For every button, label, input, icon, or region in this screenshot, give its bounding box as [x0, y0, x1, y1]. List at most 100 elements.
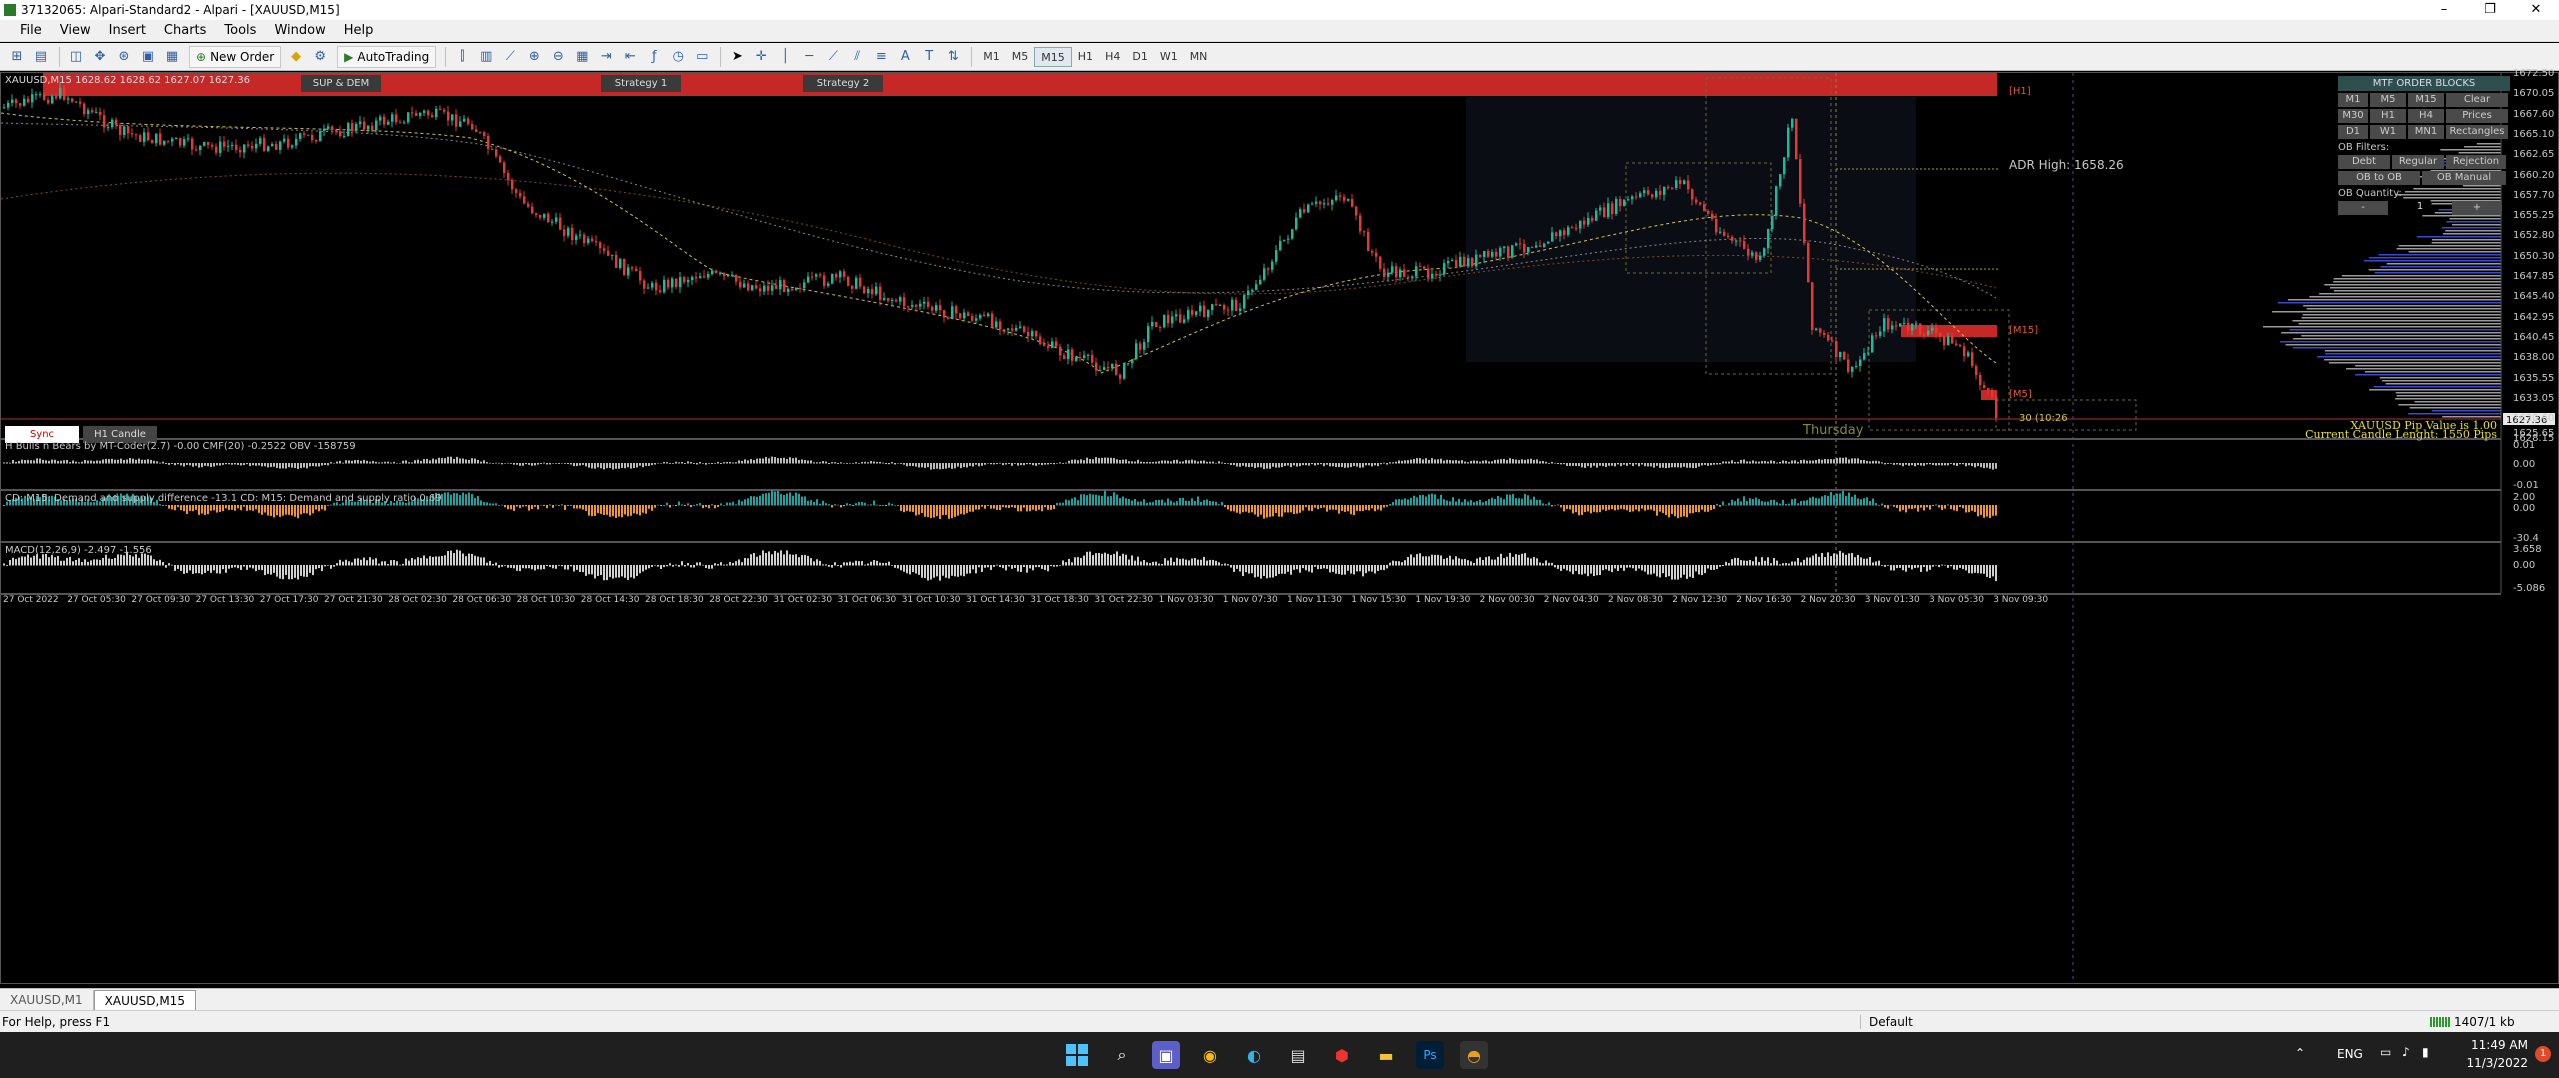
- indicator-bar: [1083, 494, 1085, 506]
- periods-icon[interactable]: ◷: [667, 47, 689, 67]
- profiles-icon[interactable]: ▤: [30, 47, 52, 67]
- crosshair-icon[interactable]: ✛: [750, 47, 772, 67]
- timeframe-m15[interactable]: M15: [1034, 46, 1072, 67]
- minimize-button[interactable]: –: [2421, 0, 2467, 20]
- menu-help[interactable]: Help: [335, 20, 383, 42]
- strategy-1-button[interactable]: Strategy 1: [601, 75, 681, 92]
- label-icon[interactable]: T: [918, 47, 940, 67]
- price-chart[interactable]: 1627.36: [1, 73, 2558, 983]
- tray-chevron-icon[interactable]: ⌃: [2295, 1046, 2305, 1060]
- menu-file[interactable]: File: [0, 20, 51, 42]
- indicators-icon[interactable]: ƒ: [643, 47, 665, 67]
- metaeditor-icon[interactable]: ◆: [285, 47, 307, 67]
- close-button[interactable]: ✕: [2513, 0, 2559, 20]
- ob-quantity-minus[interactable]: -: [2338, 201, 2388, 215]
- ob-rectangles-button[interactable]: Rectangles: [2446, 125, 2508, 139]
- volume-icon[interactable]: ♪: [2402, 1045, 2410, 1059]
- trendline-icon[interactable]: ⟋: [822, 47, 844, 67]
- ob-tf-h1[interactable]: H1: [2370, 109, 2406, 123]
- line-chart-icon[interactable]: ⟋: [499, 47, 521, 67]
- arrows-icon[interactable]: ⇅: [942, 47, 964, 67]
- autotrading-button[interactable]: ▶ AutoTrading: [337, 45, 437, 68]
- market-watch-icon[interactable]: ◫: [65, 47, 87, 67]
- menu-window[interactable]: Window: [265, 20, 334, 42]
- ob-filter-debt[interactable]: Debt: [2338, 155, 2390, 169]
- metatrader-icon[interactable]: ◓: [1460, 1041, 1488, 1069]
- candlestick-icon[interactable]: ▥: [475, 47, 497, 67]
- new-order-button[interactable]: ⊕ New Order: [189, 45, 282, 68]
- edge-icon[interactable]: ◐: [1240, 1041, 1268, 1069]
- strategy-2-button[interactable]: Strategy 2: [803, 75, 883, 92]
- ob-quantity-plus[interactable]: +: [2452, 201, 2502, 215]
- store-icon[interactable]: ▤: [1284, 1041, 1312, 1069]
- timeframe-d1[interactable]: D1: [1126, 47, 1153, 67]
- menu-insert[interactable]: Insert: [100, 20, 155, 42]
- auto-scroll-icon[interactable]: ⇥: [595, 47, 617, 67]
- tile-windows-icon[interactable]: ▦: [571, 47, 593, 67]
- ob-tf-m30[interactable]: M30: [2338, 109, 2368, 123]
- templates-icon[interactable]: ▭: [691, 47, 713, 67]
- timeframe-h4[interactable]: H4: [1099, 47, 1126, 67]
- search-icon[interactable]: ⌕: [1108, 1041, 1136, 1069]
- ob-tf-m15[interactable]: M15: [2408, 93, 2444, 107]
- ob-filter-ob-to-ob[interactable]: OB to OB: [2338, 171, 2420, 185]
- chrome-icon[interactable]: ◉: [1196, 1041, 1224, 1069]
- text-icon[interactable]: A: [894, 47, 916, 67]
- timeframe-m1[interactable]: M1: [977, 47, 1006, 67]
- new-chart-icon[interactable]: ⊞: [6, 47, 28, 67]
- fibonacci-icon[interactable]: ≡: [870, 47, 892, 67]
- data-window-icon[interactable]: ✥: [89, 47, 111, 67]
- ob-tf-w1[interactable]: W1: [2370, 125, 2406, 139]
- timeframe-m5[interactable]: M5: [1006, 47, 1035, 67]
- tab-xauusd-m15[interactable]: XAUUSD,M15: [93, 990, 196, 1010]
- teams-icon[interactable]: ▣: [1152, 1041, 1180, 1069]
- notification-badge[interactable]: 1: [2535, 1046, 2551, 1062]
- navigator-icon[interactable]: ⊛: [113, 47, 135, 67]
- menu-view[interactable]: View: [51, 20, 100, 42]
- vertical-line-icon[interactable]: │: [774, 47, 796, 67]
- maximize-button[interactable]: ❐: [2467, 0, 2513, 20]
- indicator-bar: [1779, 503, 1781, 506]
- timeframe-mn[interactable]: MN: [1184, 47, 1214, 67]
- battery-icon[interactable]: ▮: [2422, 1045, 2429, 1059]
- cursor-icon[interactable]: ➤: [726, 47, 748, 67]
- timeframe-h1[interactable]: H1: [1072, 47, 1099, 67]
- menu-tools[interactable]: Tools: [215, 20, 265, 42]
- ob-filter-regular[interactable]: Regular: [2392, 155, 2444, 169]
- horizontal-line-icon[interactable]: ─: [798, 47, 820, 67]
- ob-tf-d1[interactable]: D1: [2338, 125, 2368, 139]
- bar-chart-icon[interactable]: ⫿: [451, 47, 473, 67]
- network-icon[interactable]: ▭: [2380, 1045, 2391, 1059]
- indicator-bar: [396, 462, 398, 464]
- indicator-bar: [603, 463, 605, 470]
- ob-tf-m5[interactable]: M5: [2370, 93, 2406, 107]
- tab-xauusd-m1[interactable]: XAUUSD,M1: [0, 990, 94, 1010]
- indicator-bar: [720, 463, 722, 464]
- zoom-in-icon[interactable]: ⊕: [523, 47, 545, 67]
- menu-charts[interactable]: Charts: [155, 20, 216, 42]
- ob-clear-button[interactable]: Clear: [2446, 93, 2508, 107]
- zoom-out-icon[interactable]: ⊖: [547, 47, 569, 67]
- ob-tf-mn1[interactable]: MN1: [2408, 125, 2444, 139]
- clock-date[interactable]: 11/3/2022: [2458, 1056, 2528, 1070]
- terminal-icon[interactable]: ▣: [137, 47, 159, 67]
- chart-shift-icon[interactable]: ⇤: [619, 47, 641, 67]
- options-icon[interactable]: ⚙: [309, 47, 331, 67]
- timeframe-w1[interactable]: W1: [1154, 47, 1184, 67]
- strategy-tester-icon[interactable]: ▦: [161, 47, 183, 67]
- clock-time[interactable]: 11:49 AM: [2458, 1038, 2528, 1052]
- ob-prices-button[interactable]: Prices: [2446, 109, 2508, 123]
- sup-dem-button[interactable]: SUP & DEM: [301, 75, 381, 92]
- language-indicator[interactable]: ENG: [2337, 1047, 2363, 1061]
- ob-filter-ob-manual[interactable]: OB Manual: [2422, 171, 2506, 185]
- chart-window[interactable]: 1627.36 XAUUSD,M15 1628.62 1628.62 1627.…: [0, 68, 2559, 984]
- photoshop-icon[interactable]: Ps: [1416, 1041, 1444, 1069]
- windows-start-icon[interactable]: [1063, 1041, 1091, 1069]
- ob-filter-rejection[interactable]: Rejection: [2446, 155, 2506, 169]
- channel-icon[interactable]: ⫽: [846, 47, 868, 67]
- file-explorer-icon[interactable]: ▬: [1372, 1041, 1400, 1069]
- ob-tf-h4[interactable]: H4: [2408, 109, 2444, 123]
- ob-tf-m1[interactable]: M1: [2338, 93, 2368, 107]
- indicator-bar: [525, 505, 527, 507]
- app-red-icon[interactable]: ⬢: [1328, 1041, 1356, 1069]
